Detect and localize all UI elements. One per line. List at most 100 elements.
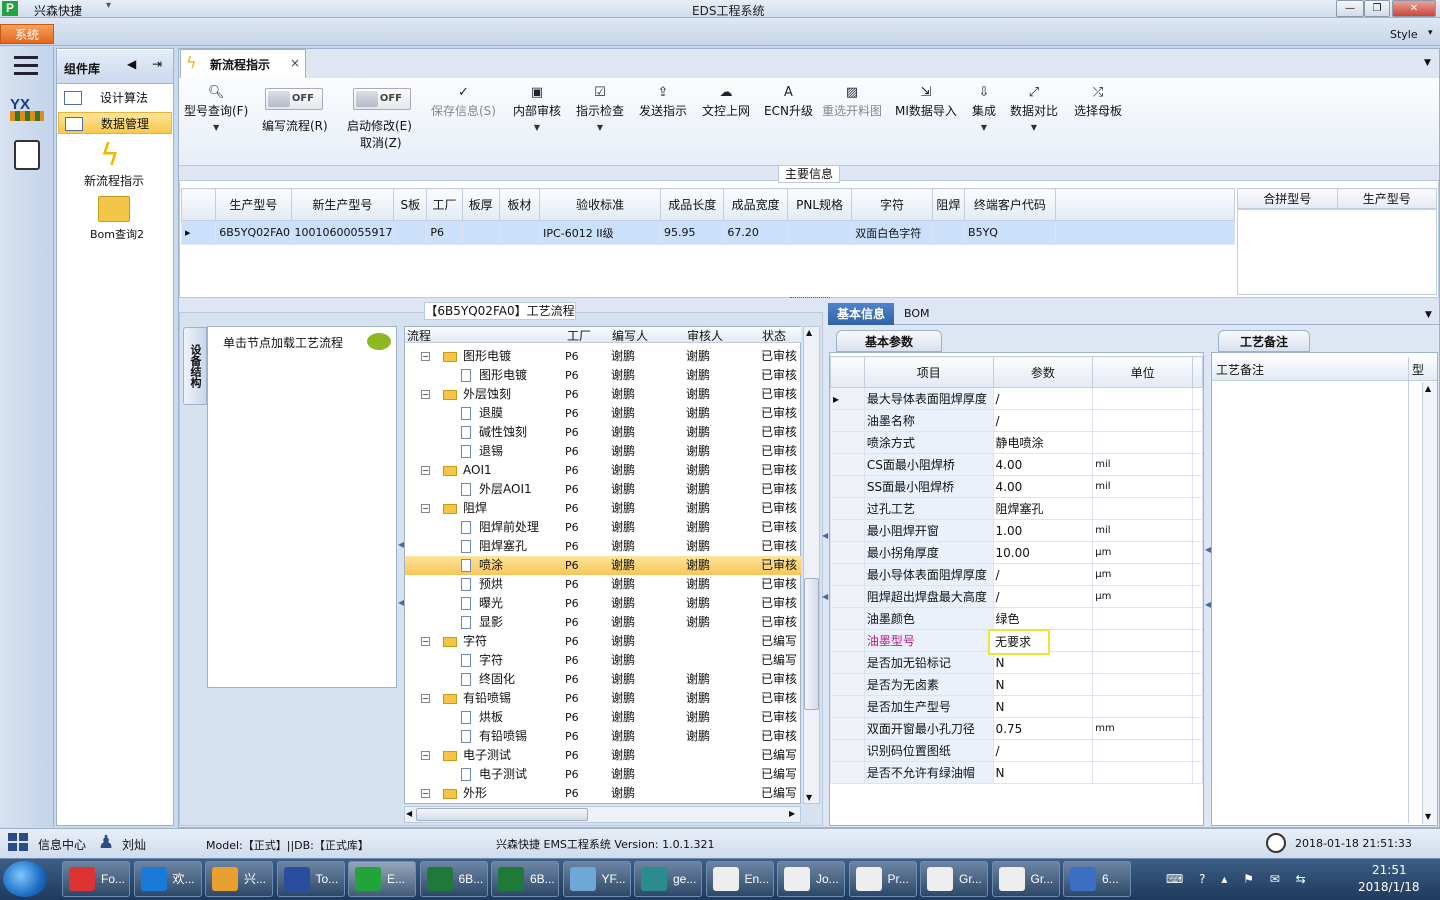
tab-system[interactable]: 系统 (0, 24, 54, 44)
tab-equipment-structure[interactable]: 设备结构 (183, 327, 207, 405)
column-header[interactable]: 板厚 (461, 188, 500, 221)
column-header[interactable]: 生产型号 (215, 188, 292, 221)
table-row[interactable]: 过孔工艺 阻焊塞孔 (830, 497, 1203, 520)
param-value[interactable]: 10.00 (992, 541, 1094, 564)
param-value[interactable]: / (992, 409, 1094, 432)
param-value[interactable]: / (992, 585, 1094, 608)
taskbar-item[interactable]: 6B... (419, 861, 488, 897)
scroll-right-icon[interactable]: ▶ (789, 809, 795, 818)
table-row[interactable]: 最小导体表面阻焊厚度 / μm (830, 563, 1203, 586)
tree-row[interactable]: 喷涂 P6 谢鹏 谢鹏 已审核 (405, 556, 801, 575)
table-cell[interactable] (931, 220, 966, 245)
tree-row[interactable]: − 阻焊 P6 谢鹏 谢鹏 已审核 (405, 499, 801, 518)
internal-review-button[interactable]: ▣ 内部审核 ▼ (513, 84, 561, 132)
scroll-up-icon[interactable]: ▲ (1425, 384, 1431, 393)
tray-clock-time[interactable]: 21:51 (1372, 863, 1407, 877)
grid-icon[interactable] (8, 833, 30, 853)
splitter-handle[interactable] (790, 297, 830, 301)
column-header[interactable]: 生产型号 (1336, 188, 1437, 209)
hamburger-menu-icon[interactable] (14, 56, 38, 76)
param-value[interactable]: 4.00 (992, 475, 1094, 498)
scroll-left-icon[interactable]: ◀ (406, 809, 412, 818)
row-header[interactable] (830, 431, 865, 454)
table-row[interactable]: 识别码位置图纸 / (830, 739, 1203, 762)
param-value[interactable]: N (992, 761, 1094, 784)
calculator-icon[interactable] (14, 140, 40, 170)
start-modify-toggle[interactable]: OFF (353, 88, 411, 110)
taskbar-item[interactable]: E... (348, 861, 416, 897)
tree-row[interactable]: − AOI1 P6 谢鹏 谢鹏 已审核 (405, 461, 801, 480)
column-header[interactable]: 终端客户代码 (964, 188, 1056, 221)
row-header[interactable] (830, 607, 865, 630)
column-header[interactable]: 编写人 (612, 327, 648, 344)
splitter-arrow-icon[interactable]: ◀ (822, 531, 828, 540)
row-header[interactable] (830, 695, 865, 718)
row-header[interactable] (830, 673, 865, 696)
table-row[interactable]: SS面最小阻焊桥 4.00 mil (830, 475, 1203, 498)
minimize-button[interactable]: — (1336, 0, 1364, 17)
chevron-down-icon[interactable]: ▼ (576, 123, 624, 132)
param-value[interactable]: N (992, 673, 1094, 696)
column-header[interactable]: 单位 (1092, 356, 1193, 388)
tab-close-icon[interactable]: × (290, 56, 300, 70)
taskbar-item[interactable]: 兴... (205, 861, 273, 897)
tree-row[interactable]: 图形电镀 P6 谢鹏 谢鹏 已审核 (405, 366, 801, 385)
param-value[interactable]: N (992, 695, 1094, 718)
collapse-icon[interactable]: − (421, 751, 430, 760)
param-value[interactable]: / (992, 387, 1094, 410)
scroll-up-icon[interactable]: ▲ (806, 328, 812, 337)
column-header[interactable]: PNL规格 (786, 188, 853, 221)
tree-row[interactable]: 阻焊前处理 P6 谢鹏 谢鹏 已审核 (405, 518, 801, 537)
param-value[interactable]: 0.75 (992, 717, 1094, 740)
table-row[interactable]: 油墨颜色 绿色 (830, 607, 1203, 630)
component-item-data-management[interactable]: 数据管理 (58, 112, 172, 134)
collapse-icon[interactable]: − (421, 466, 430, 475)
row-header[interactable] (830, 541, 865, 564)
column-header[interactable]: 阻焊 (931, 188, 966, 221)
tree-row[interactable]: − 字符 P6 谢鹏 已编写 (405, 632, 801, 651)
column-header[interactable]: 型 (1412, 361, 1424, 378)
tree-row[interactable]: − 图形电镀 P6 谢鹏 谢鹏 已审核 (405, 347, 801, 366)
save-button[interactable]: ✓ 保存信息(S) (431, 84, 496, 119)
column-header[interactable]: 板材 (498, 188, 541, 221)
taskbar-item[interactable]: YF... (562, 861, 631, 897)
column-header[interactable]: 成品长度 (659, 188, 725, 221)
scrollbar-thumb[interactable] (804, 578, 819, 710)
table-cell[interactable] (786, 220, 853, 245)
table-row[interactable]: 是否为无卤素 N (830, 673, 1203, 696)
row-header[interactable] (830, 739, 865, 762)
table-row[interactable]: CS面最小阻焊桥 4.00 mil (830, 453, 1203, 476)
tree-row[interactable]: − 外层蚀刻 P6 谢鹏 谢鹏 已审核 (405, 385, 801, 404)
tree-row[interactable]: 烘板 P6 谢鹏 谢鹏 已审核 (405, 708, 801, 727)
table-cell[interactable]: IPC-6012 II级 (539, 220, 661, 245)
table-cell[interactable]: 10010600055917 (290, 220, 395, 245)
scrollbar-thumb[interactable] (416, 808, 588, 821)
row-header[interactable] (830, 651, 865, 674)
close-button[interactable]: ✕ (1392, 0, 1436, 17)
param-value[interactable]: 1.00 (992, 519, 1094, 542)
taskbar-item[interactable]: To... (276, 861, 345, 897)
bom-query-label[interactable]: Bom查询2 (90, 226, 144, 242)
table-row[interactable]: 最小阻焊开窗 1.00 mil (830, 519, 1203, 542)
tree-row[interactable]: 有铅喷锡 P6 谢鹏 谢鹏 已审核 (405, 727, 801, 746)
chevron-down-icon[interactable]: ▼ (513, 123, 561, 132)
style-menu[interactable]: Style (1390, 28, 1418, 41)
row-header[interactable] (830, 761, 865, 784)
tree-row[interactable]: 外层AOI1 P6 谢鹏 谢鹏 已审核 (405, 480, 801, 499)
row-header[interactable] (830, 409, 865, 432)
row-header[interactable] (830, 629, 865, 652)
taskbar-item[interactable]: ge... (634, 861, 702, 897)
row-header[interactable] (830, 717, 865, 740)
column-header[interactable]: 成品宽度 (723, 188, 788, 221)
chevron-down-icon[interactable]: ▼ (972, 123, 996, 132)
taskbar-item[interactable]: Gr... (991, 861, 1060, 897)
tree-row[interactable]: 退膜 P6 谢鹏 谢鹏 已审核 (405, 404, 801, 423)
taskbar-item[interactable]: Pr... (848, 861, 917, 897)
collapse-icon[interactable]: − (421, 352, 430, 361)
start-button[interactable] (3, 861, 47, 897)
tree-row[interactable]: 终固化 P6 谢鹏 谢鹏 已审核 (405, 670, 801, 689)
tab-bom[interactable]: BOM (904, 307, 930, 320)
tree-row[interactable]: 电子测试 P6 谢鹏 已编写 (405, 765, 801, 784)
column-header[interactable]: S板 (393, 188, 428, 221)
taskbar-item[interactable]: 6... (1063, 861, 1131, 897)
